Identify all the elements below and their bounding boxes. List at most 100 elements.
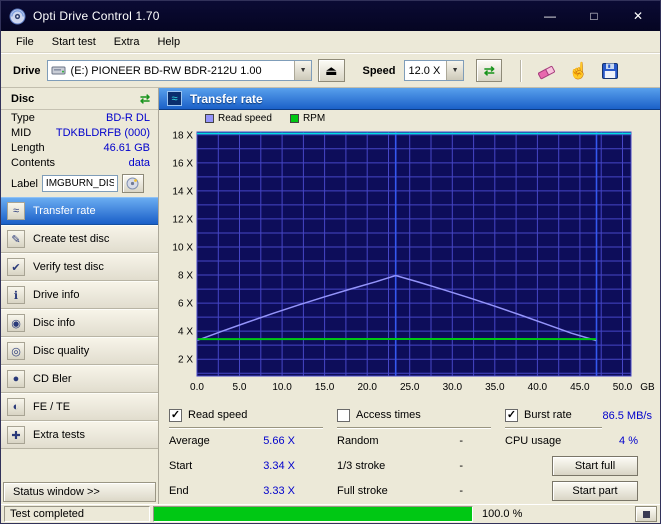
sidebar-item-label: CD Bler [33, 373, 72, 385]
sidebar-item-cd-bler[interactable]: ● CD Bler [1, 365, 158, 393]
erase-disc-button[interactable] [534, 58, 559, 84]
toolbar: Drive (E:) PIONEER BD-RW BDR-212U 1.00 ▼… [1, 53, 660, 88]
sidebar-item-fe-te[interactable]: ◐ FE / TE [1, 393, 158, 421]
sidebar-item-disc-info[interactable]: ◉ Disc info [1, 309, 158, 337]
sidebar-item-label: Transfer rate [33, 205, 96, 217]
chart-area: 0.0 5.0 10.0 15.0 20.0 25.0 30.0 35.0 40.0 45.0 50… [159, 126, 660, 398]
eject-button[interactable]: ⏏ [318, 59, 345, 82]
speed-select-value: 12.0 X [408, 64, 441, 77]
legend-rpm: RPM [289, 112, 326, 124]
svg-text:25.0: 25.0 [400, 382, 420, 393]
chevron-down-icon[interactable]: ▼ [446, 61, 464, 80]
menu-file[interactable]: File [7, 33, 43, 51]
length-value: 46.61 GB [103, 142, 150, 154]
access-times-checkbox-label: Access times [356, 409, 421, 421]
start-part-row: Start part [505, 478, 646, 503]
sidebar-item-disc-quality[interactable]: ◎ Disc quality [1, 337, 158, 365]
svg-text:0.0: 0.0 [190, 382, 204, 393]
app-window: Opti Drive Control 1.70 — □ ✕ File Start… [0, 0, 661, 524]
speed-label: Speed [362, 64, 396, 77]
title-bar: Opti Drive Control 1.70 — □ ✕ [1, 1, 660, 31]
speed-select[interactable]: 12.0 X ▼ [403, 60, 465, 81]
sidebar-item-verify-test-disc[interactable]: ✔ Verify test disc [1, 253, 158, 281]
sidebar-item-label: Verify test disc [33, 261, 104, 273]
sidebar-item-drive-info[interactable]: ℹ Drive info [1, 281, 158, 309]
maximize-button[interactable]: □ [572, 1, 616, 31]
main-panel: ≈ Transfer rate Read speed RPM 0.0 5.0 10.… [159, 88, 660, 504]
sidebar-item-create-test-disc[interactable]: ✎ Create test disc [1, 225, 158, 253]
legend-rpm-label: RPM [302, 112, 326, 124]
stop-icon [642, 510, 650, 518]
svg-text:10.0: 10.0 [272, 382, 292, 393]
svg-text:5.0: 5.0 [233, 382, 247, 393]
burst-rate-checkbox[interactable]: ✓ [505, 408, 518, 422]
cd-bler-icon: ● [7, 370, 25, 388]
drive-select-value: (E:) PIONEER BD-RW BDR-212U 1.00 [70, 64, 262, 77]
sidebar-item-extra-tests[interactable]: ✚ Extra tests [1, 421, 158, 449]
cpu-usage-row: CPU usage 4 % [505, 428, 646, 453]
menu-help[interactable]: Help [148, 33, 189, 51]
start-full-button[interactable]: Start full [552, 455, 638, 476]
svg-text:GB: GB [640, 382, 655, 393]
save-results-button[interactable] [597, 58, 622, 84]
access-times-checkbox[interactable] [337, 408, 350, 422]
average-value: 5.66 X [263, 434, 295, 447]
contents-value[interactable]: data [129, 157, 150, 169]
refresh-speeds-button[interactable]: ⇄ [476, 59, 503, 82]
transfer-rate-icon: ≈ [7, 202, 25, 220]
disc-info-row-mid: MID TDKBLDRFB (000) [1, 125, 158, 140]
burst-rate-value: 86.5 MB/s [602, 409, 652, 422]
close-button[interactable]: ✕ [616, 1, 660, 31]
statusbar-button[interactable] [635, 506, 657, 522]
sidebar-item-transfer-rate[interactable]: ≈ Transfer rate [1, 197, 158, 225]
svg-text:18 X: 18 X [172, 130, 193, 141]
disc-info-icon: ◉ [7, 314, 25, 332]
sidebar-item-label: Extra tests [33, 429, 85, 441]
edit-label-button[interactable] [121, 174, 144, 193]
menu-extra[interactable]: Extra [105, 33, 149, 51]
svg-text:45.0: 45.0 [570, 382, 590, 393]
end-value: 3.33 X [263, 484, 295, 497]
window-title: Opti Drive Control 1.70 [33, 9, 160, 23]
type-label: Type [11, 112, 35, 124]
svg-text:10 X: 10 X [172, 243, 193, 254]
disc-panel-header: Disc ⇄ [1, 88, 158, 110]
mid-value: TDKBLDRFB (000) [55, 127, 150, 139]
cpu-usage-value: 4 % [619, 434, 638, 447]
read-speed-group: ✓ Read speed [169, 403, 323, 428]
progress-percent: 100.0 % [482, 508, 523, 520]
full-stroke-row: Full stroke - [337, 478, 491, 503]
progress-bar [153, 506, 473, 522]
end-row: End 3.33 X [169, 478, 323, 503]
refresh-disc-button[interactable]: ⇄ [140, 92, 150, 106]
menu-start-test[interactable]: Start test [43, 33, 105, 51]
status-message: Test completed [4, 506, 150, 522]
full-stroke-value: - [459, 484, 463, 497]
minimize-button[interactable]: — [528, 1, 572, 31]
drive-select[interactable]: (E:) PIONEER BD-RW BDR-212U 1.00 ▼ [46, 60, 313, 81]
svg-text:50.0: 50.0 [613, 382, 633, 393]
create-test-disc-icon: ✎ [7, 230, 25, 248]
disc-label-input[interactable] [41, 175, 118, 192]
svg-text:30.0: 30.0 [443, 382, 463, 393]
read-speed-checkbox[interactable]: ✓ [169, 408, 182, 422]
start-part-button[interactable]: Start part [552, 480, 638, 501]
sidebar-item-label: Disc quality [33, 345, 90, 357]
disc-info-row-type: Type BD-R DL [1, 110, 158, 125]
chevron-down-icon[interactable]: ▼ [294, 61, 312, 80]
start-row: Start 3.34 X [169, 453, 323, 478]
results-panel: ✓ Read speed Access times ✓ Burst rate 8… [159, 398, 660, 504]
ok-hand-button[interactable]: ☝ [566, 58, 591, 84]
drive-info-icon: ℹ [7, 286, 25, 304]
svg-text:35.0: 35.0 [485, 382, 505, 393]
type-value: BD-R DL [105, 112, 150, 124]
transfer-rate-chart: 0.0 5.0 10.0 15.0 20.0 25.0 30.0 35.0 40.0 45.0 50… [172, 130, 655, 393]
third-stroke-label: 1/3 stroke [337, 459, 386, 472]
verify-test-disc-icon: ✔ [7, 258, 25, 276]
disc-icon [126, 177, 139, 190]
check-icon: ✓ [506, 408, 517, 421]
random-label: Random [337, 434, 379, 447]
status-window-button[interactable]: Status window >> [3, 482, 156, 502]
disc-label-row: Label [1, 170, 158, 197]
svg-text:4 X: 4 X [178, 327, 193, 338]
